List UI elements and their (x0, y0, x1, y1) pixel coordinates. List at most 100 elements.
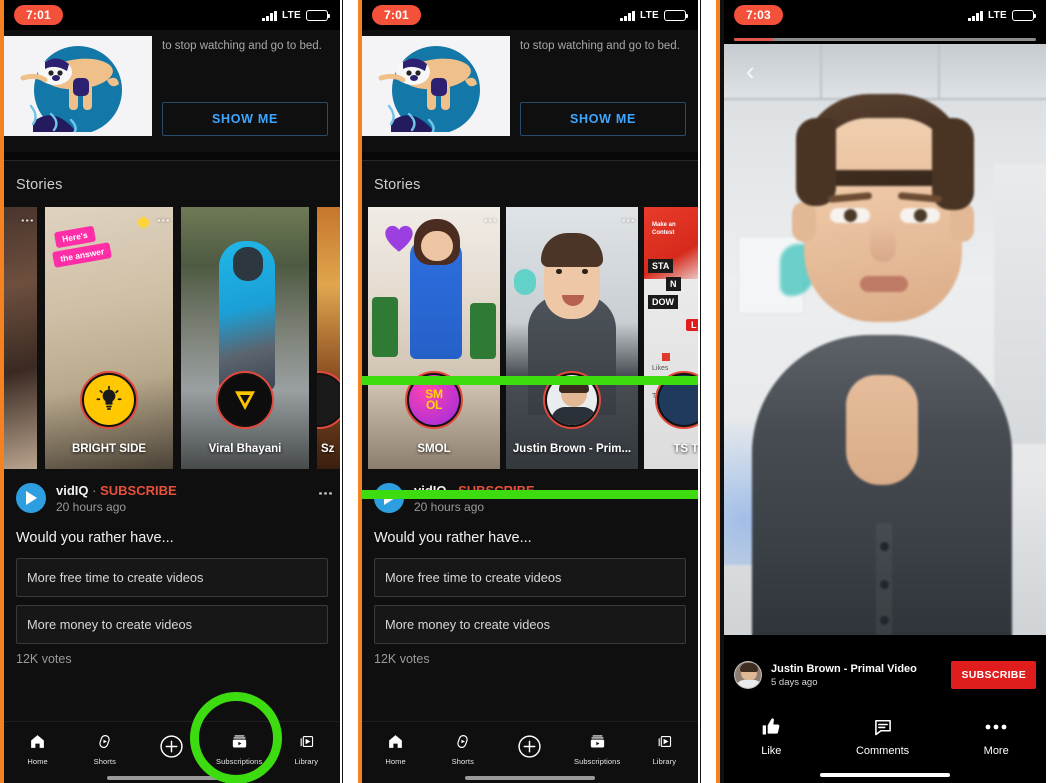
bottom-navigation-bar[interactable]: Home Shorts Subscriptions Library (362, 721, 698, 783)
avatar[interactable] (734, 661, 762, 689)
post-timestamp: 20 hours ago (56, 500, 127, 514)
nav-item-home[interactable]: Home (9, 732, 67, 766)
vidiq-avatar[interactable] (16, 483, 46, 513)
nav-item-library[interactable]: Library (635, 732, 693, 766)
story-progress-bar[interactable] (734, 38, 1036, 41)
story-card-justin-brown[interactable]: ⋮ Justin Brown - Prim... (506, 207, 638, 469)
poll-option-2[interactable]: More money to create videos (374, 605, 686, 644)
nav-item-create[interactable] (501, 734, 559, 761)
story-overlay-text: Make an Contest (652, 222, 676, 237)
player-channel-strip[interactable]: Justin Brown - Primal Video 5 days ago S… (724, 653, 1046, 697)
v-logo-icon (235, 391, 255, 410)
action-like[interactable]: Like (761, 716, 781, 757)
story-name: Sz (321, 443, 335, 455)
poll-vote-count: 12K votes (16, 652, 72, 666)
poll-option-1[interactable]: More free time to create videos (374, 558, 686, 597)
reminder-body-text: to stop watching and go to bed. (520, 40, 680, 52)
post-subscribe-link[interactable]: SUBSCRIBE (100, 483, 177, 498)
poll-option-2[interactable]: More money to create videos (16, 605, 328, 644)
story-kebab-icon[interactable]: ⋮ (20, 214, 35, 227)
panel-1-subscriptions-feed: 7:01 LTE to stop watching and go to bed.… (0, 0, 340, 783)
story-kebab-icon[interactable]: ⋮ (621, 214, 636, 227)
signal-bars-icon (968, 10, 983, 21)
story-kebab-icon[interactable]: ⋮ (483, 214, 498, 227)
poll-post: vidIQ · SUBSCRIBE 20 hours ago ⋮ Would y… (4, 469, 340, 666)
status-bar: 7:01 LTE (4, 0, 340, 30)
stories-row[interactable]: ⋮ Here's the answer ⋮ BRIGHT SIDE Viral … (4, 207, 340, 469)
story-player[interactable]: ‹ Justin Brown - Primal Video 5 days ago… (724, 30, 1046, 783)
sloth-illustration-icon (378, 46, 480, 132)
chevron-left-icon[interactable]: ‹ (746, 58, 755, 84)
panel-1-orange-border (0, 0, 4, 783)
story-card-partial-right[interactable]: Sz (317, 207, 340, 469)
story-card-ts-partial[interactable]: Make anContest STA N DOW L Likes TikTok … (644, 207, 698, 469)
bedtime-reminder-card: to stop watching and go to bed. SHOW ME (4, 30, 340, 152)
thumbs-up-icon (761, 716, 781, 738)
status-bar: 7:01 LTE (362, 0, 698, 30)
story-name: BRIGHT SIDE (71, 443, 147, 455)
status-indicators: LTE (620, 9, 689, 21)
post-kebab-menu-icon[interactable]: ⋮ (317, 483, 334, 501)
story-card-bright-side[interactable]: Here's the answer ⋮ BRIGHT SIDE (45, 207, 173, 469)
post-timestamp: 20 hours ago (414, 500, 485, 514)
poll-question: Would you rather have... (374, 530, 532, 546)
story-card-viral-bhayani[interactable]: Viral Bhayani (181, 207, 309, 469)
post-separator: · (92, 483, 97, 498)
reminder-body-text: to stop watching and go to bed. (162, 40, 322, 52)
status-indicators: LTE (262, 9, 331, 21)
action-more[interactable]: More (984, 716, 1009, 757)
stories-header: Stories (16, 177, 63, 193)
story-avatar-partial (317, 371, 340, 429)
nav-item-subscriptions[interactable]: Subscriptions (568, 732, 626, 766)
action-comments[interactable]: Comments (856, 716, 909, 757)
nav-label-subscriptions: Subscriptions (573, 756, 621, 766)
comment-bubble-icon (873, 716, 893, 738)
subscriptions-icon (231, 732, 248, 752)
nav-label-home: Home (385, 756, 406, 766)
nav-item-create[interactable] (143, 734, 201, 761)
reminder-illustration (362, 36, 510, 136)
nav-item-shorts[interactable]: Shorts (76, 732, 134, 766)
show-me-button[interactable]: SHOW ME (520, 102, 686, 136)
nav-label-library: Library (294, 756, 319, 766)
story-avatar-bright-side (80, 371, 138, 429)
panel-2-stories-highlighted: 7:01 LTE to stop watching and go to bed.… (358, 0, 698, 783)
story-name: TS T (673, 443, 698, 455)
story-card-partial-left[interactable]: ⋮ (4, 207, 37, 469)
story-progress-fill (734, 38, 774, 41)
green-highlight-line-top (362, 376, 698, 385)
player-action-bar[interactable]: Like Comments More (724, 699, 1046, 773)
nav-item-home[interactable]: Home (367, 732, 425, 766)
panel-3-story-player: 7:03 LTE ‹ Justin Brown - Primal Video 5… (716, 0, 1046, 783)
status-clock: 7:01 (14, 5, 63, 25)
network-type-label: LTE (639, 9, 659, 21)
nav-label-library: Library (652, 756, 677, 766)
action-label-comments: Comments (855, 744, 910, 757)
stories-row[interactable]: ⋮ SM OL SMOL ⋮ Justin Brown - Prim... Ma… (362, 207, 698, 469)
nav-item-library[interactable]: Library (277, 732, 335, 766)
post-channel-name[interactable]: vidIQ (56, 483, 89, 498)
nav-item-shorts[interactable]: Shorts (434, 732, 492, 766)
player-timestamp: 5 days ago (771, 676, 818, 688)
subscribe-button[interactable]: SUBSCRIBE (951, 661, 1036, 689)
story-kebab-icon[interactable]: ⋮ (156, 214, 171, 227)
home-icon (29, 732, 46, 752)
panel-gap-1 (340, 0, 358, 783)
story-overlay-down: DOW (648, 295, 678, 309)
story-card-smol[interactable]: ⋮ SM OL SMOL (368, 207, 500, 469)
shorts-icon (454, 732, 471, 752)
library-icon (656, 732, 673, 752)
status-bar: 7:03 LTE (724, 0, 1046, 30)
nav-label-home: Home (27, 756, 48, 766)
poll-question: Would you rather have... (16, 530, 174, 546)
library-icon (298, 732, 315, 752)
home-icon (387, 732, 404, 752)
poll-option-1[interactable]: More free time to create videos (16, 558, 328, 597)
action-label-more: More (983, 744, 1009, 757)
three-panel-screenshot-collage: 7:01 LTE to stop watching and go to bed.… (0, 0, 1056, 783)
nav-item-subscriptions[interactable]: Subscriptions (210, 732, 268, 766)
post-header: vidIQ · SUBSCRIBE 20 hours ago ⋮ (16, 483, 334, 514)
story-overlay-badge: L (686, 319, 698, 331)
bottom-navigation-bar[interactable]: Home Shorts Subscriptions Library (4, 721, 340, 783)
show-me-button[interactable]: SHOW ME (162, 102, 328, 136)
